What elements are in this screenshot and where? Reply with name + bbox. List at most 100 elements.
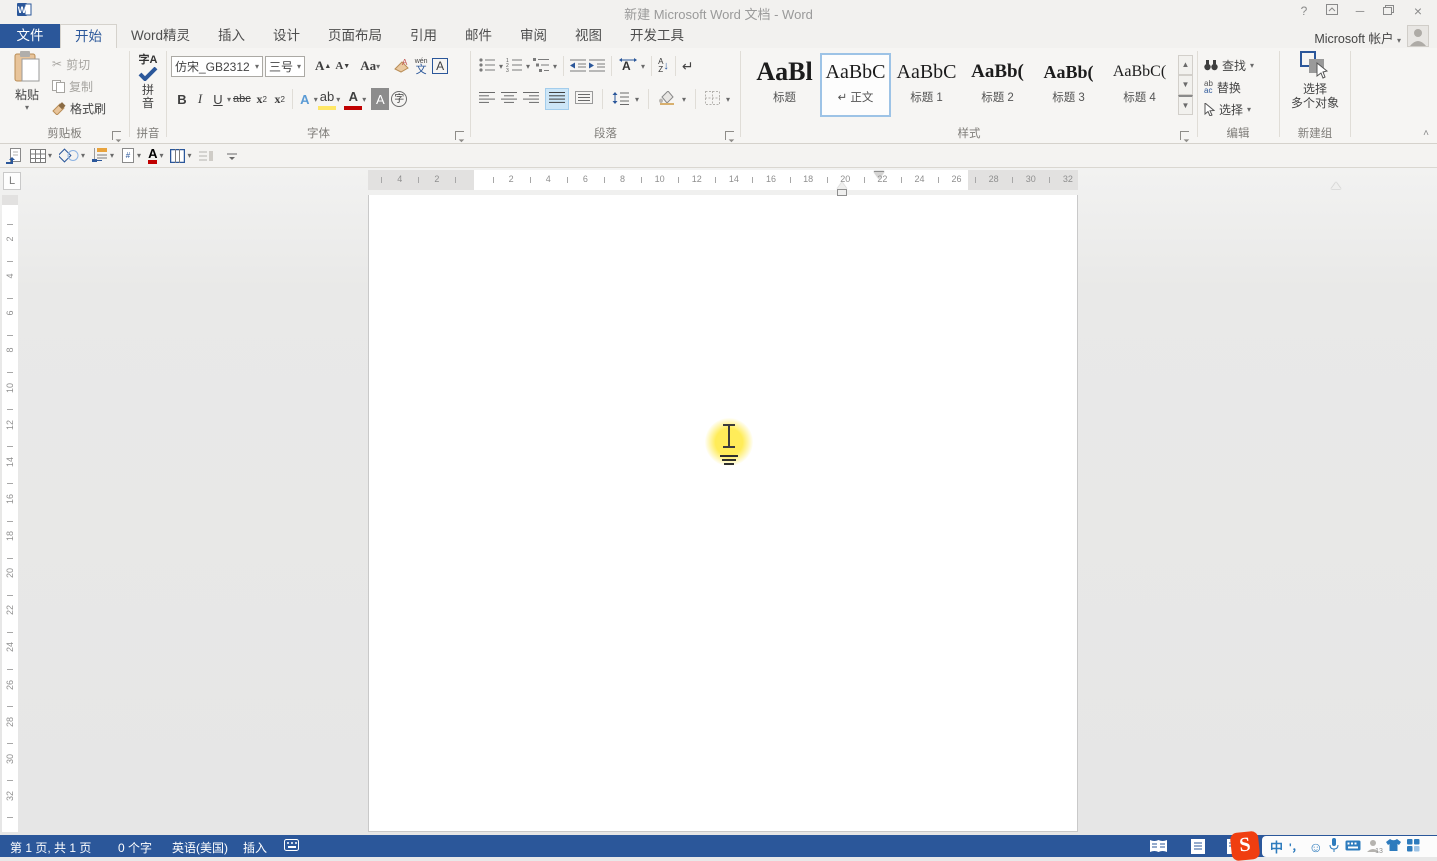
tab-file[interactable]: 文件 (0, 24, 60, 48)
strikethrough-button[interactable]: abc (231, 88, 253, 110)
sogou-ime-logo[interactable]: S (1230, 831, 1261, 861)
page-number-tool-button[interactable]: #▾ (121, 146, 141, 166)
styles-dialog-launcher[interactable] (1180, 131, 1189, 140)
sort-button[interactable]: A Z ↓ (658, 58, 669, 74)
superscript-button[interactable]: x2 (271, 88, 289, 110)
minimize-button[interactable]: ─ (1347, 2, 1373, 20)
justify-button[interactable] (545, 88, 569, 110)
ribbon-display-options-button[interactable] (1319, 2, 1345, 20)
multilevel-list-button[interactable] (533, 58, 550, 75)
ime-login-button[interactable]: 13 (1367, 839, 1380, 855)
line-spacing-dropdown-arrow[interactable]: ▾ (635, 95, 639, 104)
font-color-dropdown-arrow[interactable]: ▾ (362, 95, 366, 104)
text-effects-button[interactable]: A (296, 88, 314, 110)
read-mode-button[interactable] (1143, 835, 1173, 857)
line-spacing-button[interactable] (612, 91, 629, 108)
cut-button[interactable]: ✂ 剪切 (52, 53, 106, 75)
tab-insert[interactable]: 插入 (204, 24, 259, 48)
borders-tool-button[interactable]: ▾ (170, 146, 191, 166)
pinyin-button[interactable]: 字A 拼 音 (130, 51, 166, 110)
highlight-dropdown-arrow[interactable]: ▾ (336, 95, 340, 104)
bold-button[interactable]: B (173, 88, 191, 110)
ime-mode-chinese[interactable]: 中 (1270, 837, 1283, 856)
styles-scroll-down-button[interactable]: ▼ (1178, 75, 1193, 95)
word-count[interactable]: 0 个字 (118, 839, 152, 856)
insert-mode-indicator[interactable]: 插入 (243, 839, 267, 856)
ime-punctuation-button[interactable]: '， (1289, 839, 1303, 855)
language-indicator[interactable]: 英语(美国) (172, 839, 228, 856)
character-shading-button[interactable]: A (371, 88, 389, 110)
character-border-button[interactable]: A (430, 55, 450, 77)
tab-page-layout[interactable]: 页面布局 (314, 24, 396, 48)
show-marks-button[interactable]: ↵ (682, 58, 694, 75)
underline-button[interactable]: U (209, 88, 227, 110)
style-heading2[interactable]: AaBb( 标题 2 (964, 55, 1031, 115)
align-right-button[interactable] (523, 91, 539, 107)
grow-font-button[interactable]: A▲ (313, 55, 333, 77)
close-button[interactable]: × (1405, 2, 1431, 20)
paragraph-dialog-launcher[interactable] (725, 131, 734, 140)
multilevel-dropdown-arrow[interactable]: ▾ (553, 62, 557, 71)
v-ruler[interactable]: 2468101214161820222426283032 (2, 195, 18, 832)
restore-button[interactable] (1375, 2, 1401, 20)
tab-developer[interactable]: 开发工具 (616, 24, 698, 48)
increase-indent-button[interactable] (589, 58, 605, 75)
tab-home[interactable]: 开始 (60, 24, 117, 48)
ime-mic-button[interactable] (1329, 838, 1339, 855)
highlight-button[interactable]: ab (318, 88, 336, 110)
tab-review[interactable]: 审阅 (506, 24, 561, 48)
style-heading3[interactable]: AaBb( 标题 3 (1035, 55, 1102, 115)
ime-toolbox-button[interactable] (1407, 839, 1420, 855)
style-heading4[interactable]: AaBbC( 标题 4 (1106, 55, 1173, 115)
tab-view[interactable]: 视图 (561, 24, 616, 48)
borders-button[interactable] (705, 91, 720, 108)
find-button[interactable]: 查找 ▾ (1204, 54, 1254, 76)
paste-dropdown-arrow[interactable]: ▾ (4, 103, 50, 112)
macro-record-button[interactable] (284, 838, 299, 855)
right-indent-marker[interactable] (1331, 182, 1341, 189)
asian-layout-button[interactable]: A (618, 57, 638, 75)
microsoft-account-button[interactable]: Microsoft 帐户 ▾ (1314, 28, 1401, 47)
shading-dropdown-arrow[interactable]: ▾ (682, 95, 686, 104)
font-color-button[interactable]: A (344, 88, 362, 110)
styles-gallery-more-button[interactable]: ▼ (1178, 95, 1193, 115)
print-layout-button[interactable] (1183, 835, 1213, 857)
italic-button[interactable]: I (191, 88, 209, 110)
tab-mailings[interactable]: 邮件 (451, 24, 506, 48)
style-title[interactable]: AaBl 标题 (751, 55, 818, 115)
asian-layout-dropdown-arrow[interactable]: ▾ (641, 62, 645, 71)
bullets-button[interactable] (479, 58, 496, 75)
phonetic-guide-button[interactable]: wén 文 (412, 55, 430, 77)
font-size-combobox[interactable]: 三号 ▾ (265, 56, 305, 77)
change-case-button[interactable]: Aa▾ (358, 55, 382, 77)
toolbar-overflow-button[interactable] (227, 146, 237, 166)
bullets-dropdown-arrow[interactable]: ▾ (499, 62, 503, 71)
tab-design[interactable]: 设计 (259, 24, 314, 48)
h-ruler[interactable]: 422468101214161820222426283032 (368, 170, 1078, 190)
shading-button[interactable] (658, 91, 676, 108)
page-indicator[interactable]: 第 1 页, 共 1 页 (10, 839, 91, 856)
numbering-dropdown-arrow[interactable]: ▾ (526, 62, 530, 71)
help-button[interactable]: ? (1291, 2, 1317, 20)
insert-page-button[interactable] (6, 146, 23, 166)
collapse-ribbon-button[interactable]: ˄ (1423, 128, 1429, 139)
style-normal[interactable]: AaBbC ↵ 正文 (822, 55, 889, 115)
align-left-button[interactable] (479, 91, 495, 107)
ime-emoji-button[interactable]: ☺ (1309, 839, 1323, 855)
numbering-button[interactable]: 123 (506, 58, 523, 75)
format-painter-button[interactable]: 格式刷 (52, 97, 106, 119)
clipboard-dialog-launcher[interactable] (112, 131, 121, 140)
clear-formatting-button[interactable]: A (392, 55, 412, 77)
decrease-indent-button[interactable] (570, 58, 586, 75)
avatar[interactable] (1407, 25, 1429, 47)
left-indent-marker[interactable] (837, 189, 847, 196)
ime-skin-button[interactable] (1386, 839, 1401, 854)
table-tool-button[interactable]: ▾ (30, 146, 52, 166)
copy-button[interactable]: 复制 (52, 75, 106, 97)
select-multiple-objects-button[interactable]: 选择 多个对象 (1284, 51, 1346, 110)
enclose-characters-button[interactable]: 字 (389, 88, 409, 110)
select-button[interactable]: 选择 ▾ (1204, 98, 1254, 120)
paste-button[interactable]: 粘贴 ▾ (4, 51, 50, 112)
styles-scroll-up-button[interactable]: ▲ (1178, 55, 1193, 75)
align-center-button[interactable] (501, 91, 517, 107)
